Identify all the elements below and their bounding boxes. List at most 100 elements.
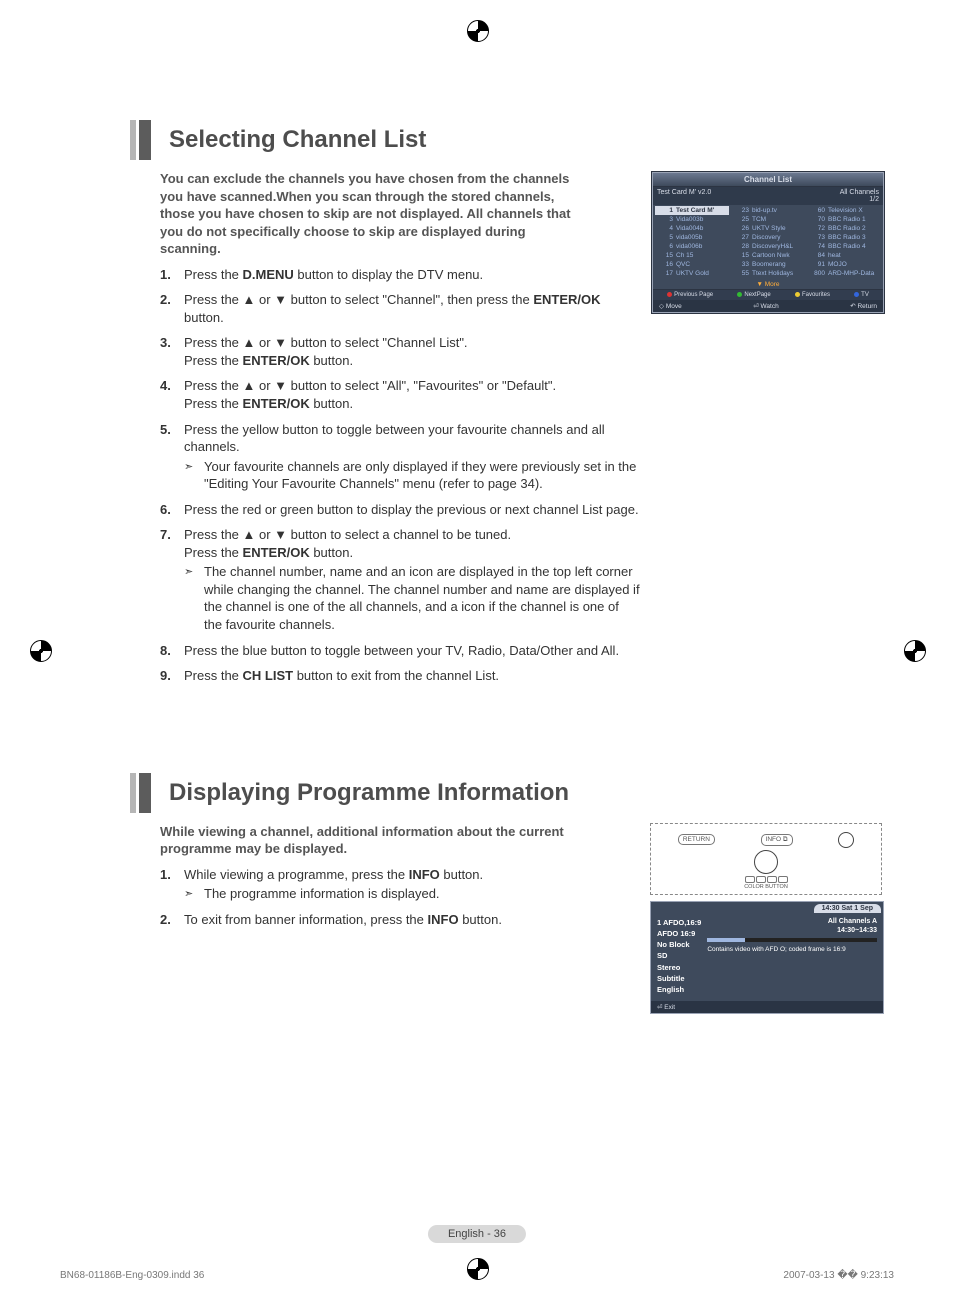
osd-channel-number: 17 — [657, 270, 673, 277]
osd-channel-name: UKTV Style — [752, 225, 786, 232]
osd-more-indicator: ▼ More — [653, 280, 883, 289]
osd-channel-item: 15Cartoon Nwk — [731, 251, 805, 260]
osd-channel-name: Television X — [828, 207, 863, 214]
osd-channel-name: bid-up.tv — [752, 207, 777, 214]
osd-channel-number: 27 — [733, 234, 749, 241]
channel-list-osd: Channel List Test Card M' v2.0 All Chann… — [652, 172, 884, 313]
osd-info-line: 1 AFDO,16:9 — [657, 917, 701, 928]
manual-page: Selecting Channel List You can exclude t… — [0, 0, 954, 1301]
osd-channel-item: 73BBC Radio 3 — [807, 233, 881, 242]
osd-channel-item: 74BBC Radio 4 — [807, 242, 881, 251]
power-button-icon — [838, 832, 854, 848]
footer-timestamp: 2007-03-13 �� 9:23:13 — [783, 1270, 894, 1281]
osd-channel-name: Discovery — [752, 234, 781, 241]
osd-channel-name: Ttext Holidays — [752, 270, 793, 277]
osd-channel-name: Vida003b — [676, 216, 703, 223]
green-dot-icon — [737, 292, 742, 297]
illustration-column: RETURN INFO ⧉ COLOR BUTTON 14:30 Sat 1 S… — [650, 823, 884, 1015]
osd-clock: 14:30 Sat 1 Sep — [814, 904, 881, 913]
osd-channel-number: 25 — [733, 216, 749, 223]
page-number: English - 36 — [428, 1225, 526, 1243]
intro-text: You can exclude the channels you have ch… — [160, 170, 580, 258]
osd-columns: 1Test Card M'3Vida003b4Vida004b5vida005b… — [653, 205, 883, 280]
section-body: While viewing a channel, additional info… — [130, 823, 884, 1015]
osd-info-line: SD — [657, 950, 701, 961]
osd-current-channel: Test Card M' v2.0 — [657, 189, 711, 203]
osd-channel-number: 70 — [809, 216, 825, 223]
osd-channel-number: 15 — [733, 252, 749, 259]
osd-channel-item: 25TCM — [731, 215, 805, 224]
osd-column: 60Television X70BBC Radio 172BBC Radio 2… — [807, 206, 881, 278]
step: Press the ▲ or ▼ button to select "Chann… — [160, 334, 640, 369]
osd-channel-item: 16QVC — [655, 260, 729, 269]
osd-channel-name: Ch 15 — [676, 252, 693, 259]
section-title: Selecting Channel List — [169, 120, 426, 160]
osd-channel-name: BBC Radio 4 — [828, 243, 866, 250]
step: Press the blue button to toggle between … — [160, 642, 640, 660]
section-body: You can exclude the channels you have ch… — [130, 170, 884, 693]
osd-channel-item: 6vida006b — [655, 242, 729, 251]
osd-channel-name: MOJO — [828, 261, 847, 268]
osd-channel-number: 26 — [733, 225, 749, 232]
osd-channel-item: 26UKTV Style — [731, 224, 805, 233]
osd-column: 1Test Card M'3Vida003b4Vida004b5vida005b… — [655, 206, 729, 278]
osd-channel-name: vida006b — [676, 243, 702, 250]
osd-channel-number: 73 — [809, 234, 825, 241]
remote-diagram: RETURN INFO ⧉ COLOR BUTTON — [650, 823, 882, 895]
osd-channel-name: Test Card M' — [676, 207, 714, 214]
osd-time-range: 14:30~14:33 — [707, 926, 877, 936]
osd-channel-number: 5 — [657, 234, 673, 241]
osd-channel-number: 23 — [733, 207, 749, 214]
osd-channel-name: BBC Radio 1 — [828, 216, 866, 223]
osd-channel-item: 55Ttext Holidays — [731, 269, 805, 278]
osd-channel-item: 70BBC Radio 1 — [807, 215, 881, 224]
osd-legend: Previous Page NextPage Favourites TV — [653, 289, 883, 300]
osd-filter-label: All Channels — [840, 189, 879, 196]
header-bar-icon — [139, 120, 151, 160]
registration-mark-icon — [30, 640, 52, 662]
osd-channel-item: 91MOJO — [807, 260, 881, 269]
info-button-icon: INFO ⧉ — [761, 834, 793, 846]
section-title: Displaying Programme Information — [169, 773, 569, 813]
osd-channel-number: 72 — [809, 225, 825, 232]
osd-channel-item: 33Boomerang — [731, 260, 805, 269]
section-header: Selecting Channel List — [130, 120, 884, 160]
header-bar-icon — [130, 773, 136, 813]
color-buttons-icon — [745, 876, 788, 883]
osd-info-line: English — [657, 984, 701, 995]
nav-wheel-icon — [754, 850, 778, 874]
step: Press the yellow button to toggle betwee… — [160, 421, 640, 493]
osd-watch-hint: ⏎ Watch — [753, 302, 778, 310]
step: Press the ▲ or ▼ button to select "All",… — [160, 377, 640, 412]
osd-info-line: Stereo — [657, 962, 701, 973]
step: Press the red or green button to display… — [160, 501, 640, 519]
osd-channel-number: 60 — [809, 207, 825, 214]
header-bar-icon — [139, 773, 151, 813]
osd-channel-number: 4 — [657, 225, 673, 232]
header-bar-icon — [130, 120, 136, 160]
step: To exit from banner information, press t… — [160, 911, 584, 929]
step: Press the D.MENU button to display the D… — [160, 266, 640, 284]
osd-channel-filter: All Channels A — [707, 917, 877, 927]
osd-channel-item: 17UKTV Gold — [655, 269, 729, 278]
step-note: Your favourite channels are only display… — [184, 458, 640, 493]
osd-info-line: No Block — [657, 939, 701, 950]
osd-channel-number: 6 — [657, 243, 673, 250]
osd-channel-number: 28 — [733, 243, 749, 250]
osd-channel-name: QVC — [676, 261, 690, 268]
intro-text: While viewing a channel, additional info… — [160, 823, 580, 858]
registration-mark-icon — [467, 1258, 489, 1280]
osd-channel-name: DiscoveryH&L — [752, 243, 793, 250]
programme-info-osd: 14:30 Sat 1 Sep 1 AFDO,16:9AFDO 16:9No B… — [650, 901, 884, 1015]
osd-move-hint: ◇ Move — [659, 302, 682, 310]
osd-channel-item: 84heat — [807, 251, 881, 260]
osd-channel-number: 16 — [657, 261, 673, 268]
step: While viewing a programme, press the INF… — [160, 866, 584, 903]
color-button-label: COLOR BUTTON — [744, 884, 788, 890]
osd-info-labels: 1 AFDO,16:9AFDO 16:9No BlockSDStereoSubt… — [657, 917, 701, 996]
step-note: The programme information is displayed. — [184, 885, 584, 903]
osd-channel-number: 800 — [809, 270, 825, 277]
osd-channel-item: 800ARD-MHP-Data — [807, 269, 881, 278]
osd-channel-name: vida005b — [676, 234, 702, 241]
osd-channel-name: TCM — [752, 216, 766, 223]
